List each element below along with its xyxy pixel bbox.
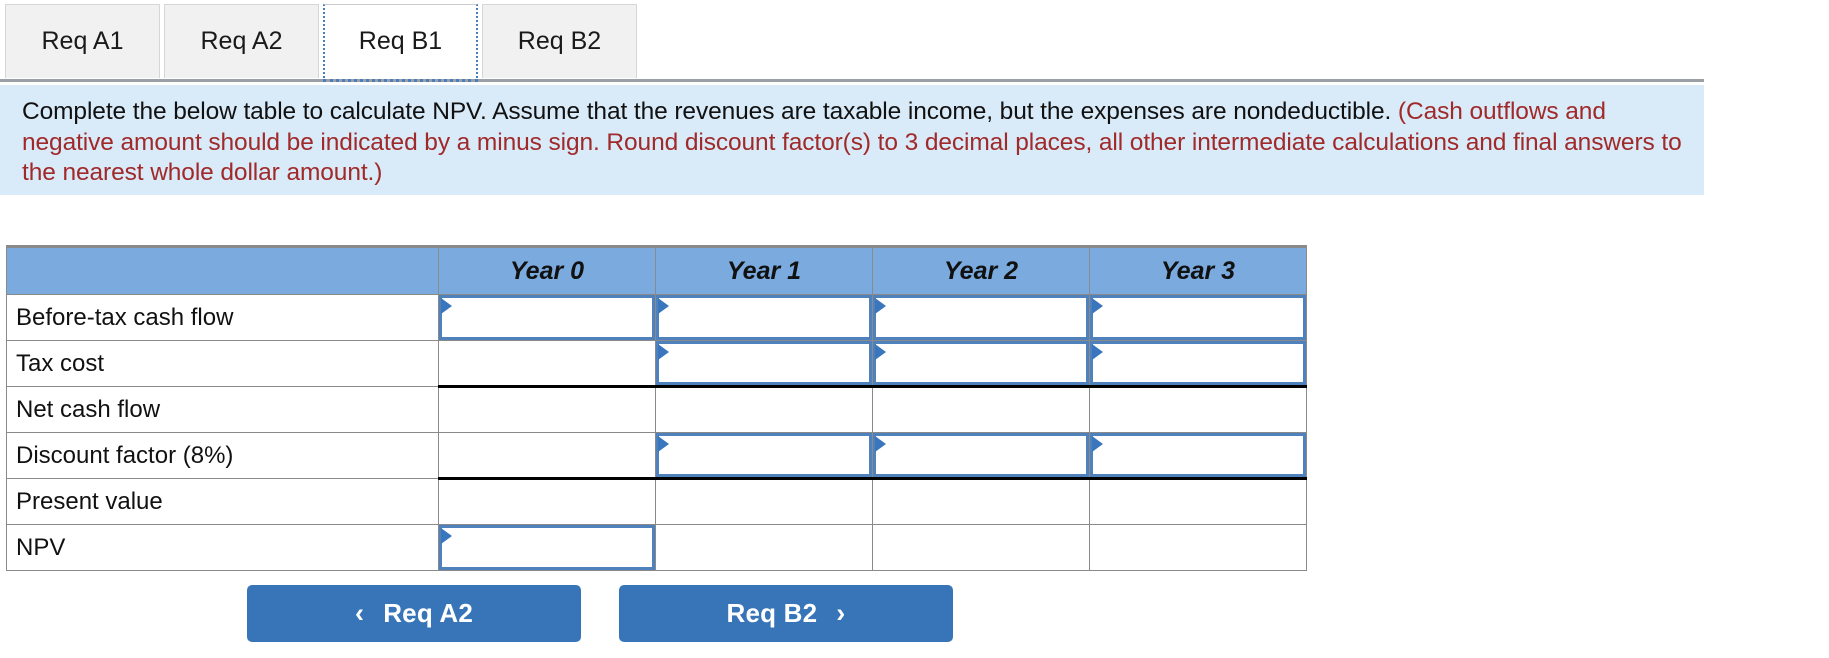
chevron-left-icon: ‹ — [354, 598, 365, 628]
table-row-npv: NPV — [6, 524, 1307, 571]
tab-label: Req A2 — [200, 27, 283, 55]
header-year-2: Year 2 — [872, 245, 1090, 295]
cell-npv-year-2 — [872, 524, 1090, 571]
input-before-tax-year-3[interactable] — [1090, 295, 1306, 340]
next-button-label: Req B2 — [726, 598, 818, 628]
cell-tax-cost-year-2 — [872, 340, 1090, 387]
input-before-tax-year-0[interactable] — [439, 295, 655, 340]
tab-list: Req A1 Req A2 Req B1 Req B2 — [5, 4, 641, 82]
row-label: Before-tax cash flow — [6, 294, 439, 341]
row-label: Discount factor (8%) — [6, 432, 439, 479]
npv-worksheet-table: Year 0 Year 1 Year 2 Year 3 Before-tax c… — [6, 245, 1307, 571]
tab-strip-divider — [0, 79, 1704, 82]
header-year-1: Year 1 — [655, 245, 873, 295]
header-year-3: Year 3 — [1089, 245, 1307, 295]
cell-tax-cost-year-0 — [438, 340, 656, 387]
cell-net-cash-flow-year-2 — [872, 385, 1090, 433]
cell-discount-factor-year-3 — [1089, 432, 1307, 479]
prev-button-label: Req A2 — [383, 598, 474, 628]
cell-present-value-year-0 — [438, 477, 656, 525]
row-label: Net cash flow — [6, 386, 439, 433]
cell-before-tax-year-3 — [1089, 294, 1307, 341]
instruction-main: Complete the below table to calculate NP… — [22, 98, 1392, 125]
cell-npv-year-1 — [655, 524, 873, 571]
cell-tax-cost-year-1 — [655, 340, 873, 387]
input-discount-factor-year-3[interactable] — [1090, 433, 1306, 477]
navigation-bar: ‹ Req A2 Req B2 › — [0, 585, 1200, 642]
cell-before-tax-year-0 — [438, 294, 656, 341]
cell-discount-factor-year-1 — [655, 432, 873, 479]
cell-net-cash-flow-year-1 — [655, 385, 873, 433]
cell-present-value-year-2 — [872, 477, 1090, 525]
tab-label: Req B1 — [358, 27, 443, 55]
tab-req-b1[interactable]: Req B1 — [323, 4, 478, 82]
tab-label: Req B2 — [517, 27, 602, 55]
input-discount-factor-year-2[interactable] — [873, 433, 1089, 477]
cell-before-tax-year-1 — [655, 294, 873, 341]
cell-present-value-year-3 — [1089, 477, 1307, 525]
cell-present-value-year-1 — [655, 477, 873, 525]
cell-discount-factor-year-2 — [872, 432, 1090, 479]
tab-req-b2[interactable]: Req B2 — [482, 4, 637, 78]
table-header-row: Year 0 Year 1 Year 2 Year 3 — [6, 245, 1307, 295]
cell-net-cash-flow-year-3 — [1089, 385, 1307, 433]
cell-net-cash-flow-year-0 — [438, 385, 656, 433]
input-before-tax-year-2[interactable] — [873, 295, 1089, 340]
table-body: Before-tax cash flow Tax cost Net cash f… — [6, 294, 1307, 571]
table-row-before-tax-cash-flow: Before-tax cash flow — [6, 294, 1307, 341]
header-corner — [6, 245, 439, 295]
table-header: Year 0 Year 1 Year 2 Year 3 — [6, 245, 1307, 295]
header-year-0: Year 0 — [438, 245, 656, 295]
cell-tax-cost-year-3 — [1089, 340, 1307, 387]
tab-label: Req A1 — [41, 27, 124, 55]
instruction-text: Complete the below table to calculate NP… — [22, 97, 1682, 189]
table-row-present-value: Present value — [6, 477, 1307, 525]
row-label: Present value — [6, 478, 439, 525]
table-row-net-cash-flow: Net cash flow — [6, 385, 1307, 433]
row-label: Tax cost — [6, 340, 439, 387]
tab-req-a1[interactable]: Req A1 — [5, 4, 160, 78]
table-row-discount-factor: Discount factor (8%) — [6, 432, 1307, 479]
cell-before-tax-year-2 — [872, 294, 1090, 341]
cell-npv-year-3 — [1089, 524, 1307, 571]
input-before-tax-year-1[interactable] — [656, 295, 872, 340]
input-tax-cost-year-1[interactable] — [656, 341, 872, 385]
chevron-right-icon: › — [836, 598, 846, 628]
table-row-tax-cost: Tax cost — [6, 340, 1307, 387]
instruction-panel: Complete the below table to calculate NP… — [0, 85, 1704, 195]
prev-requirement-button[interactable]: ‹ Req A2 — [247, 585, 581, 642]
input-tax-cost-year-2[interactable] — [873, 341, 1089, 385]
exercise-page: Req A1 Req A2 Req B1 Req B2 Complete the… — [0, 0, 1829, 658]
tab-strip: Req A1 Req A2 Req B1 Req B2 — [0, 0, 1704, 84]
cell-npv-year-0 — [438, 524, 656, 571]
tab-req-a2[interactable]: Req A2 — [164, 4, 319, 78]
input-discount-factor-year-1[interactable] — [656, 433, 872, 477]
input-npv-year-0[interactable] — [439, 525, 655, 570]
row-label: NPV — [6, 524, 439, 571]
input-tax-cost-year-3[interactable] — [1090, 341, 1306, 385]
cell-discount-factor-year-0 — [438, 432, 656, 479]
next-requirement-button[interactable]: Req B2 › — [619, 585, 953, 642]
